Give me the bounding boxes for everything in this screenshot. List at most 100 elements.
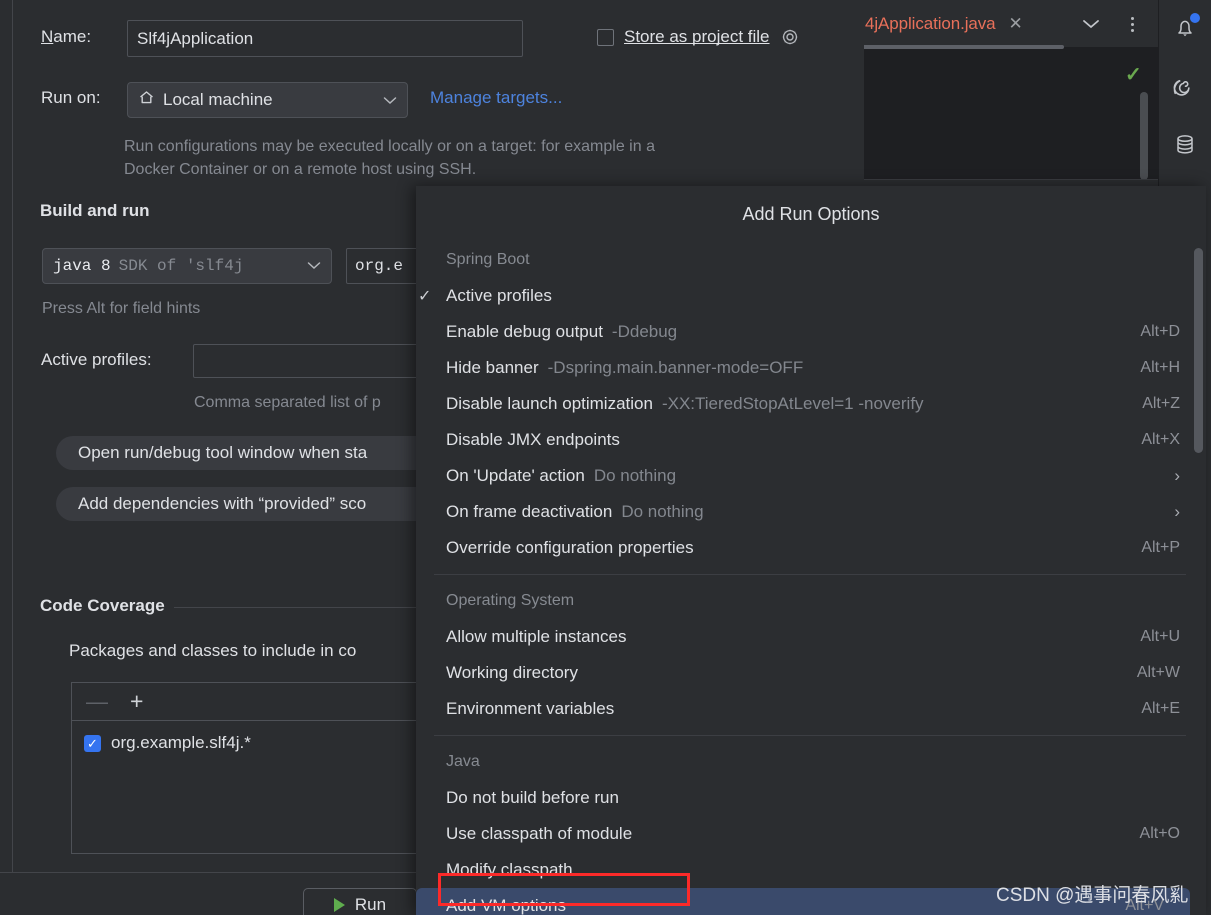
name-input[interactable] [127,20,523,57]
database-icon[interactable] [1167,126,1203,162]
menu-item-shortcut: Alt+H [1140,359,1180,376]
menu-item-label: Allow multiple instances [446,627,627,646]
chevron-right-icon: › [1174,502,1180,521]
menu-item-label: Environment variables [446,699,615,718]
menu-item-shortcut: Alt+O [1139,825,1180,842]
menu-item-label: Add VM options [446,896,567,915]
menu-item[interactable]: Enable debug output -Ddebug Alt+D [416,314,1206,350]
play-icon [333,898,345,912]
jdk-combo[interactable]: java 8 SDK of 'slf4j [42,248,332,284]
store-as-project-file-label: Store as project file [624,27,770,46]
tab-underline [861,45,1064,49]
editor-tab[interactable]: 4jApplication.java ✕ [861,0,1026,47]
notification-badge-dot [1190,13,1200,23]
add-run-options-popup: Add Run Options Spring Boot ✓ Active profi… [416,186,1206,915]
editor-scrollbar[interactable] [1140,92,1148,180]
menu-item-shortcut: Alt+U [1140,628,1180,645]
close-icon[interactable]: ✕ [1006,13,1026,34]
watermark: CSDN @遇事问春风乿 [996,885,1189,906]
manage-targets-link[interactable]: Manage targets... [430,88,562,108]
menu-item-label: Use classpath of module [446,824,633,843]
popup-scrollbar[interactable] [1194,248,1203,453]
menu-item-label: Disable JMX endpoints [446,430,620,449]
menu-item-value: Do nothing [593,466,677,485]
popup-menu-list: Spring Boot ✓ Active profiles Enable debug … [416,242,1206,915]
menu-item-label: Working directory [446,663,578,682]
main-class-value: org.e [355,257,404,275]
menu-item[interactable]: Do not build before run [416,780,1206,816]
menu-item-label: Do not build before run [446,788,619,807]
popup-title: Add Run Options [742,203,880,224]
menu-item-label: Enable debug output [446,322,603,341]
editor-tab-label: 4jApplication.java [865,13,996,33]
more-options-icon[interactable] [1120,10,1144,38]
menu-item[interactable]: On 'Update' action Do nothing › [416,458,1206,494]
add-provided-dependencies-label: Add dependencies with “provided” sco [78,494,367,513]
notifications-bell-icon[interactable] [1167,10,1203,46]
menu-item-shortcut: Alt+E [1141,700,1180,717]
menu-group-label: Spring Boot [446,251,530,268]
menu-item-label: Disable launch optimization [446,394,653,413]
home-icon [138,89,155,111]
menu-divider [434,574,1186,575]
editor-tab-strip: 4jApplication.java ✕ [861,0,1158,47]
check-icon: ✓ [418,288,432,305]
active-profiles-hint: Comma separated list of p [194,394,381,411]
chevron-down-icon [383,93,397,108]
menu-item-value: Do nothing [621,502,704,521]
menu-item[interactable]: Disable launch optimization -XX:TieredSto… [416,386,1206,422]
menu-item[interactable]: Use classpath of module Alt+O [416,816,1206,852]
menu-item-label: Hide banner [446,358,539,377]
run-button-label: Run [354,895,387,914]
open-tool-window-label: Open run/debug tool window when sta [78,443,368,462]
menu-item-label: On 'Update' action [446,466,585,485]
run-on-label: Run on: [41,88,101,107]
run-on-value: Local machine [163,90,273,109]
menu-item-label: Override configuration properties [446,538,694,557]
jdk-name: java 8 [53,257,111,275]
chevron-right-icon: › [1174,466,1180,485]
code-coverage-heading: Code Coverage [40,596,165,615]
press-alt-hint: Press Alt for field hints [42,300,201,317]
menu-item[interactable]: ✓ Active profiles [416,278,1206,314]
menu-group-label: Operating System [446,592,575,609]
menu-item[interactable]: Environment variables Alt+E [416,691,1206,727]
menu-item-shortcut: Alt+D [1140,323,1180,340]
coverage-package-label: org.example.slf4j.* [111,733,251,752]
name-label: Name: [41,27,92,46]
minus-icon[interactable]: — [86,690,108,713]
menu-item[interactable]: Hide banner -Dspring.main.banner-mode=OFF… [416,350,1206,386]
run-on-combo[interactable]: Local machine [127,82,408,118]
packages-label: Packages and classes to include in co [69,641,357,660]
menu-item-shortcut: Alt+P [1141,539,1180,556]
jdk-description: SDK of 'slf4j [118,257,244,275]
menu-item-label: On frame deactivation [446,502,613,521]
run-button[interactable]: Run [303,888,417,915]
menu-group-label: Java [446,753,480,770]
plus-icon[interactable]: + [130,690,143,713]
store-as-project-file-row[interactable]: Store as project file [597,27,800,47]
store-as-project-file-checkbox[interactable] [597,28,614,46]
chevron-down-icon[interactable] [1078,12,1104,36]
gear-icon[interactable] [780,27,800,47]
inspection-ok-icon: ✓ [1125,64,1142,86]
list-item[interactable]: ✓ org.example.slf4j.* [84,733,251,753]
chevron-down-icon [307,259,321,274]
menu-item[interactable]: Override configuration properties Alt+P [416,530,1206,566]
active-profiles-label: Active profiles: [41,350,152,369]
menu-item-shortcut: Alt+W [1136,664,1180,681]
menu-item-shortcut: Alt+X [1141,431,1180,448]
menu-item[interactable]: On frame deactivation Do nothing › [416,494,1206,530]
menu-item[interactable]: Allow multiple instances Alt+U [416,619,1206,655]
menu-item-shortcut: Alt+Z [1142,395,1180,412]
menu-item-value: -Dspring.main.banner-mode=OFF [547,358,804,377]
menu-item-value: -XX:TieredStopAtLevel=1 -noverify [661,394,924,413]
dialog-left-rail [0,0,13,880]
menu-item[interactable]: Working directory Alt+W [416,655,1206,691]
checkbox-checked-icon[interactable]: ✓ [84,734,101,752]
menu-item[interactable]: Disable JMX endpoints Alt+X [416,422,1206,458]
spiral-icon[interactable] [1167,68,1203,104]
menu-divider [434,735,1186,736]
build-and-run-heading: Build and run [40,201,150,220]
editor-divider [861,179,1158,180]
